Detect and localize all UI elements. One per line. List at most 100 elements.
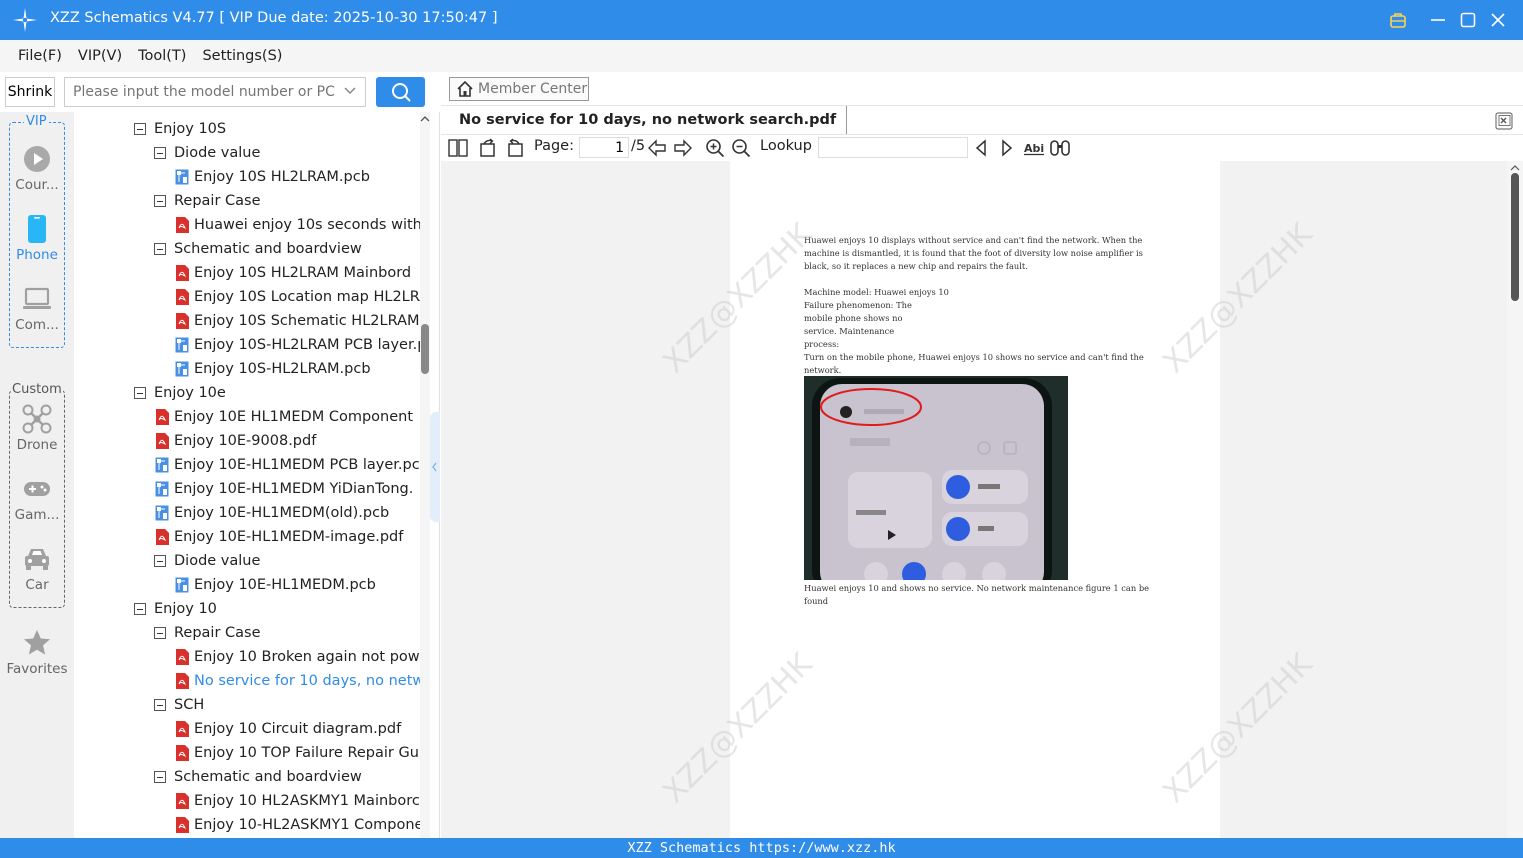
- search-row: Shrink: [0, 72, 440, 112]
- zoom-out-icon[interactable]: [731, 138, 751, 158]
- collapse-icon[interactable]: [154, 243, 166, 255]
- tree-file[interactable]: Enjoy 10E-HL1MEDM PCB layer.pc: [155, 453, 420, 477]
- menu-settings[interactable]: Settings(S): [194, 48, 290, 64]
- tree-scrollbar-thumb[interactable]: [421, 324, 429, 374]
- tree-file[interactable]: Enjoy 10E-HL1MEDM(old).pcb: [155, 501, 420, 525]
- chevron-down-icon[interactable]: [343, 84, 357, 98]
- menu-tool[interactable]: Tool(T): [130, 48, 194, 64]
- collapse-icon[interactable]: [154, 699, 166, 711]
- maximize-button[interactable]: [1456, 8, 1480, 32]
- pdf-file-icon: [156, 529, 169, 545]
- page-number-input[interactable]: [579, 137, 629, 158]
- collapse-icon[interactable]: [134, 603, 146, 615]
- pdf-scrollbar-thumb[interactable]: [1511, 173, 1519, 301]
- tree-file[interactable]: Enjoy 10S-HL2LRAM PCB layer.p: [175, 333, 420, 357]
- collapse-icon[interactable]: [134, 123, 146, 135]
- category-car[interactable]: Car: [0, 544, 74, 604]
- tree-folder[interactable]: Schematic and boardview: [154, 237, 420, 261]
- tree-item-label: Repair Case: [174, 625, 261, 641]
- find-next-icon[interactable]: [997, 138, 1017, 158]
- tree-folder[interactable]: Enjoy 10e: [134, 381, 420, 405]
- tree-file[interactable]: Enjoy 10S Location map HL2LRA: [175, 285, 420, 309]
- shrink-button[interactable]: Shrink: [5, 77, 55, 107]
- tree-file[interactable]: Enjoy 10S HL2LRAM.pcb: [175, 165, 420, 189]
- scroll-up-icon[interactable]: [420, 114, 430, 124]
- lookup-input[interactable]: [818, 137, 968, 158]
- tree-file[interactable]: No service for 10 days, no netw: [175, 669, 420, 693]
- tree-file[interactable]: Enjoy 10S HL2LRAM Mainbord: [175, 261, 420, 285]
- category-favorites[interactable]: Favorites: [0, 628, 74, 688]
- collapse-icon[interactable]: [154, 147, 166, 159]
- close-button[interactable]: [1486, 8, 1510, 32]
- tree-file[interactable]: Enjoy 10 TOP Failure Repair Gui: [175, 741, 420, 765]
- collapse-panel-handle[interactable]: [430, 412, 440, 522]
- tree-file[interactable]: Enjoy 10 Broken again not pow: [175, 645, 420, 669]
- tree-item-label: Enjoy 10S HL2LRAM Mainbord: [194, 265, 412, 281]
- home-icon: [457, 80, 473, 97]
- tree-item-label: Enjoy 10E-HL1MEDM.pcb: [194, 577, 376, 593]
- rotate-left-icon[interactable]: [478, 138, 498, 158]
- watermark: XZZ@XZZHK: [1156, 216, 1320, 381]
- collapse-icon[interactable]: [134, 387, 146, 399]
- category-courses[interactable]: Cour...: [0, 144, 74, 204]
- watermark: XZZ@XZZHK: [656, 646, 820, 811]
- tree-folder[interactable]: Schematic and boardview: [154, 765, 420, 789]
- tree-file[interactable]: Enjoy 10E-HL1MEDM YiDianTong.: [155, 477, 420, 501]
- tree-folder[interactable]: Repair Case: [154, 189, 420, 213]
- tree-file[interactable]: Enjoy 10S-HL2LRAM.pcb: [175, 357, 420, 381]
- category-label: Com...: [15, 317, 59, 333]
- tree-item-label: Enjoy 10S Schematic HL2LRAM.: [194, 313, 420, 329]
- app-logo-icon: [13, 8, 37, 32]
- minimize-button[interactable]: [1426, 8, 1450, 32]
- binoculars-icon[interactable]: [1049, 138, 1071, 158]
- previous-page-icon[interactable]: [647, 138, 667, 158]
- tree-scrollbar[interactable]: [420, 112, 430, 838]
- pdf-canvas[interactable]: Huawei enjoys 10 displays without servic…: [441, 161, 1507, 838]
- next-page-icon[interactable]: [673, 138, 693, 158]
- category-games[interactable]: Gam...: [0, 474, 74, 534]
- two-page-icon[interactable]: [448, 138, 468, 158]
- tree-file[interactable]: Enjoy 10E HL1MEDM Component: [155, 405, 420, 429]
- vip-bag-icon[interactable]: [1386, 8, 1410, 32]
- close-tab-icon[interactable]: [1495, 112, 1513, 130]
- tree-file[interactable]: Enjoy 10 HL2ASKMY1 Mainborc: [175, 789, 420, 813]
- document-tab[interactable]: No service for 10 days, no network searc…: [449, 106, 848, 134]
- find-previous-icon[interactable]: [971, 138, 991, 158]
- tree-folder[interactable]: Enjoy 10: [134, 597, 420, 621]
- search-combobox[interactable]: [64, 77, 366, 107]
- rotate-right-icon[interactable]: [505, 138, 525, 158]
- scroll-up-icon[interactable]: [1507, 163, 1523, 173]
- zoom-in-icon[interactable]: [705, 138, 725, 158]
- tree-file[interactable]: Enjoy 10E-HL1MEDM.pcb: [175, 573, 420, 597]
- tree-folder[interactable]: Diode value: [154, 141, 420, 165]
- pdf-file-icon: [176, 649, 189, 665]
- pcb-file-icon: [175, 361, 189, 377]
- menu-file[interactable]: File(F): [10, 48, 70, 64]
- search-button[interactable]: [376, 77, 425, 107]
- collapse-icon[interactable]: [154, 555, 166, 567]
- pdf-scrollbar[interactable]: [1507, 161, 1523, 838]
- menu-vip[interactable]: VIP(V): [70, 48, 130, 64]
- match-case-icon[interactable]: Abi: [1023, 138, 1045, 158]
- search-input[interactable]: [65, 78, 335, 106]
- collapse-icon[interactable]: [154, 771, 166, 783]
- member-center-button[interactable]: Member Center: [449, 77, 589, 101]
- page-total: /5: [631, 138, 646, 154]
- tree-file[interactable]: Enjoy 10E-9008.pdf: [155, 429, 420, 453]
- category-phone[interactable]: Phone: [0, 214, 74, 274]
- collapse-icon[interactable]: [154, 195, 166, 207]
- tree-file[interactable]: Enjoy 10-HL2ASKMY1 Compone: [175, 813, 420, 837]
- pcb-file-icon: [155, 457, 169, 473]
- tree-file[interactable]: Enjoy 10S Schematic HL2LRAM.: [175, 309, 420, 333]
- category-drone[interactable]: Drone: [0, 404, 74, 464]
- tree-folder[interactable]: Diode value: [154, 549, 420, 573]
- category-computer[interactable]: Com...: [0, 284, 74, 344]
- tree-file[interactable]: Huawei enjoy 10s seconds with: [175, 213, 420, 237]
- tree-item-label: Diode value: [174, 145, 261, 161]
- tree-folder[interactable]: SCH: [154, 693, 420, 717]
- collapse-icon[interactable]: [154, 627, 166, 639]
- tree-folder[interactable]: Repair Case: [154, 621, 420, 645]
- tree-file[interactable]: Enjoy 10 Circuit diagram.pdf: [175, 717, 420, 741]
- tree-folder[interactable]: Enjoy 10S: [134, 117, 420, 141]
- tree-file[interactable]: Enjoy 10E-HL1MEDM-image.pdf: [155, 525, 420, 549]
